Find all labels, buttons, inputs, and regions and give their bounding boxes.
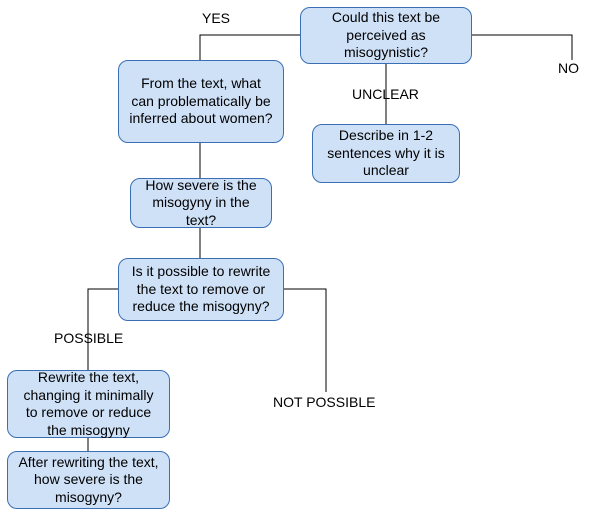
node-rewrite-action: Rewrite the text, changing it minimally … <box>7 370 170 438</box>
node-describe-unclear: Describe in 1-2 sentences why it is uncl… <box>312 124 460 183</box>
node-text: How severe is the misogyny in the text? <box>141 177 261 230</box>
label-no: NO <box>558 60 579 76</box>
edge-label-text: NOT POSSIBLE <box>273 394 375 410</box>
label-possible: POSSIBLE <box>54 330 123 346</box>
node-inferred-question: From the text, what can problematically … <box>118 60 284 143</box>
label-not-possible: NOT POSSIBLE <box>273 394 375 410</box>
edge-label-text: UNCLEAR <box>352 86 419 102</box>
node-severity-after-question: After rewriting the text, how severe is … <box>7 451 170 509</box>
label-unclear: UNCLEAR <box>352 86 419 102</box>
node-rewrite-possible-question: Is it possible to rewrite the text to re… <box>118 258 284 321</box>
node-text: Describe in 1-2 sentences why it is uncl… <box>323 127 449 180</box>
node-severity-question: How severe is the misogyny in the text? <box>130 178 272 228</box>
node-text: Could this text be perceived as misogyni… <box>311 9 461 62</box>
flowchart-canvas: Could this text be perceived as misogyni… <box>0 0 598 522</box>
node-text: Is it possible to rewrite the text to re… <box>129 263 273 316</box>
node-text: From the text, what can problematically … <box>129 75 273 128</box>
label-yes: YES <box>202 10 230 26</box>
node-text: Rewrite the text, changing it minimally … <box>18 369 159 439</box>
node-perceived-question: Could this text be perceived as misogyni… <box>300 7 472 64</box>
edge-label-text: POSSIBLE <box>54 330 123 346</box>
edges <box>0 0 598 522</box>
node-text: After rewriting the text, how severe is … <box>18 454 159 507</box>
edge-label-text: NO <box>558 60 579 76</box>
edge-label-text: YES <box>202 10 230 26</box>
